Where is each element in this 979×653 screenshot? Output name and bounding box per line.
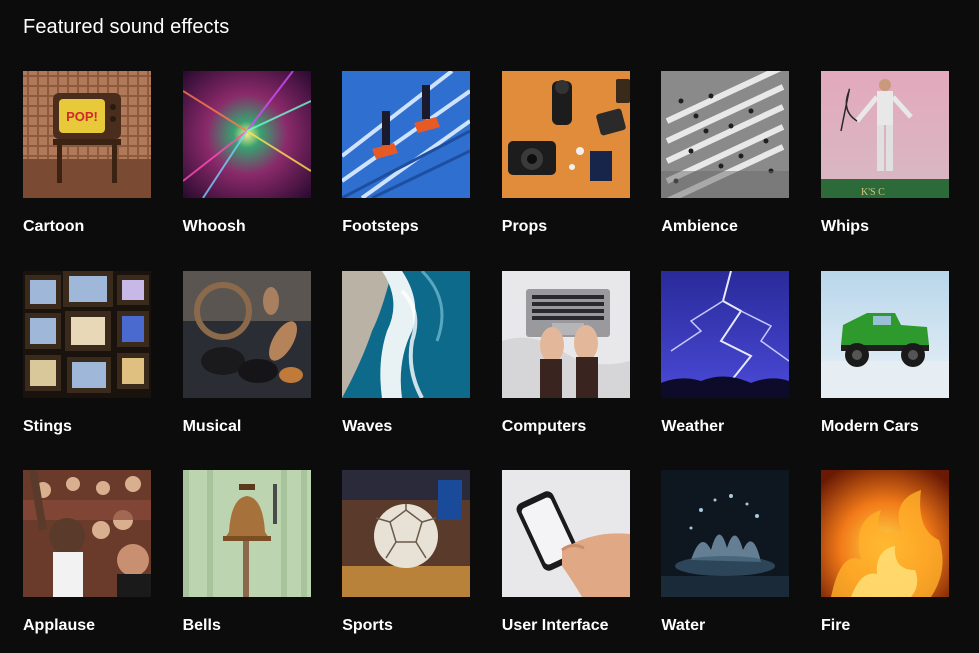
category-label[interactable]: Whoosh <box>183 217 311 237</box>
ocean-waves-image[interactable] <box>342 270 471 398</box>
crowd-crosswalk-image[interactable] <box>661 71 790 198</box>
category-label[interactable]: Fire <box>821 616 949 636</box>
category-card-cartoon[interactable]: POP! Cartoon <box>23 71 151 271</box>
category-label[interactable]: Props <box>502 217 630 237</box>
category-card-ambience[interactable]: Ambience <box>661 71 790 271</box>
green-truck-image[interactable] <box>820 270 949 398</box>
light-tunnel-image[interactable] <box>182 71 311 198</box>
category-label[interactable]: Ambience <box>661 217 789 237</box>
category-label[interactable]: Stings <box>23 417 151 437</box>
category-label[interactable]: Computers <box>502 417 630 437</box>
category-card-props[interactable]: Props <box>501 71 630 271</box>
category-card-user-interface[interactable]: User Interface <box>501 470 630 653</box>
laptop-typing-image[interactable] <box>501 270 630 398</box>
category-card-sports[interactable]: Sports <box>342 470 471 653</box>
hanging-bell-image[interactable] <box>182 470 311 597</box>
camera-gear-flatlay-image[interactable] <box>501 71 630 198</box>
stacked-tvs-image[interactable] <box>23 270 151 398</box>
water-splash-image[interactable] <box>661 470 790 597</box>
category-label[interactable]: Water <box>661 616 789 636</box>
category-card-whoosh[interactable]: Whoosh <box>182 71 311 271</box>
fire-flames-image[interactable] <box>820 470 949 597</box>
category-card-footsteps[interactable]: Footsteps <box>342 71 471 271</box>
lightning-storm-image[interactable] <box>661 270 790 398</box>
category-label[interactable]: Modern Cars <box>821 417 949 437</box>
man-with-whip-image[interactable]: K'S C <box>820 71 949 198</box>
section-title: Featured sound effects <box>23 16 230 38</box>
category-card-computers[interactable]: Computers <box>501 270 630 471</box>
category-label[interactable]: Whips <box>821 217 949 237</box>
category-label[interactable]: User Interface <box>502 616 630 636</box>
category-card-fire[interactable]: Fire <box>820 470 949 653</box>
category-card-applause[interactable]: Applause <box>23 470 151 653</box>
category-label[interactable]: Weather <box>661 417 789 437</box>
retro-tv-pop-image[interactable]: POP! <box>23 71 151 198</box>
svg-text:K'S C: K'S C <box>861 187 885 198</box>
category-card-musical[interactable]: Musical <box>182 270 311 471</box>
sound-effects-grid: POP! Cartoon Whoosh Footsteps Props Ambi… <box>23 71 949 653</box>
category-label[interactable]: Bells <box>183 616 311 636</box>
category-card-water[interactable]: Water <box>661 470 790 653</box>
category-card-bells[interactable]: Bells <box>182 470 311 653</box>
category-card-modern-cars[interactable]: Modern Cars <box>820 270 949 471</box>
category-card-waves[interactable]: Waves <box>342 270 471 471</box>
stairs-sneakers-image[interactable] <box>342 71 471 198</box>
category-card-whips[interactable]: K'S C Whips <box>820 71 949 271</box>
cheering-crowd-image[interactable] <box>23 470 151 597</box>
percussion-instruments-image[interactable] <box>182 270 311 398</box>
category-card-stings[interactable]: Stings <box>23 270 151 471</box>
category-label[interactable]: Cartoon <box>23 217 151 237</box>
smartphone-hand-image[interactable] <box>501 470 630 597</box>
category-label[interactable]: Sports <box>342 616 470 636</box>
svg-text:POP!: POP! <box>66 109 98 124</box>
category-label[interactable]: Musical <box>183 417 311 437</box>
category-label[interactable]: Footsteps <box>342 217 470 237</box>
category-label[interactable]: Applause <box>23 616 151 636</box>
category-card-weather[interactable]: Weather <box>661 270 790 471</box>
category-label[interactable]: Waves <box>342 417 470 437</box>
football-ball-image[interactable] <box>342 470 471 597</box>
